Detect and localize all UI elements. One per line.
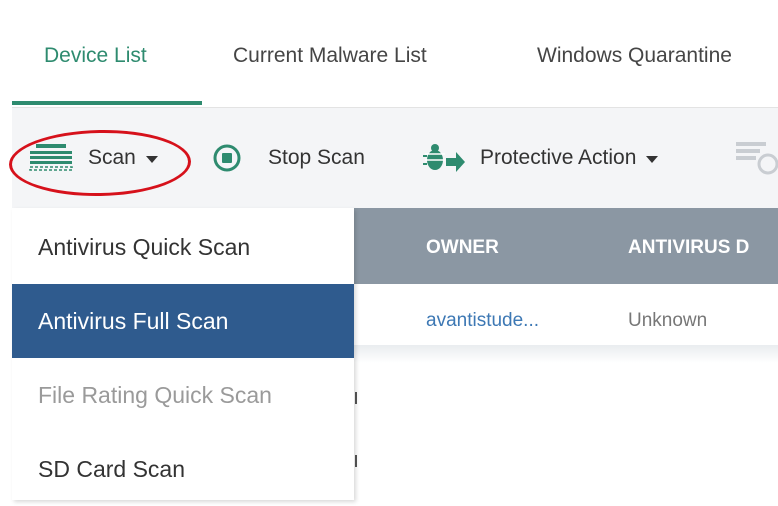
stop-circle-icon [212,143,242,173]
sync-button[interactable] [736,140,778,176]
tab-windows-quarantine[interactable]: Windows Quarantine [537,44,732,68]
chevron-down-icon [145,155,158,163]
scanner-icon [28,143,74,173]
chevron-down-icon [646,155,659,163]
row-edge-mark [355,455,357,467]
menu-item-sd-card-scan[interactable]: SD Card Scan [12,432,354,506]
menu-item-file-rating-quick-scan[interactable]: File Rating Quick Scan [12,358,354,432]
antivirus-status-cell: Unknown [628,310,708,331]
column-header-antivirus[interactable]: ANTIVIRUS D [628,237,749,259]
menu-item-antivirus-full-scan[interactable]: Antivirus Full Scan [12,284,354,358]
tab-device-list[interactable]: Device List [44,44,147,68]
column-header-owner[interactable]: OWNER [426,237,499,259]
active-tab-indicator [12,101,202,105]
sync-icon [736,140,778,176]
scan-button[interactable]: Scan [28,140,158,176]
stop-scan-button[interactable]: Stop Scan [212,140,365,176]
owner-cell-link[interactable]: avantistude... [426,310,539,332]
scan-dropdown-menu: Antivirus Quick Scan Antivirus Full Scan… [12,208,354,500]
tab-current-malware-list[interactable]: Current Malware List [233,44,427,68]
menu-item-antivirus-quick-scan[interactable]: Antivirus Quick Scan [12,210,354,284]
protective-action-label: Protective Action [480,146,637,169]
bug-arrow-icon [422,142,466,174]
row-edge-mark [355,392,357,404]
row-divider [353,345,778,363]
protective-action-button[interactable]: Protective Action [422,140,659,176]
scan-button-label: Scan [88,146,136,169]
stop-scan-label: Stop Scan [268,146,365,169]
